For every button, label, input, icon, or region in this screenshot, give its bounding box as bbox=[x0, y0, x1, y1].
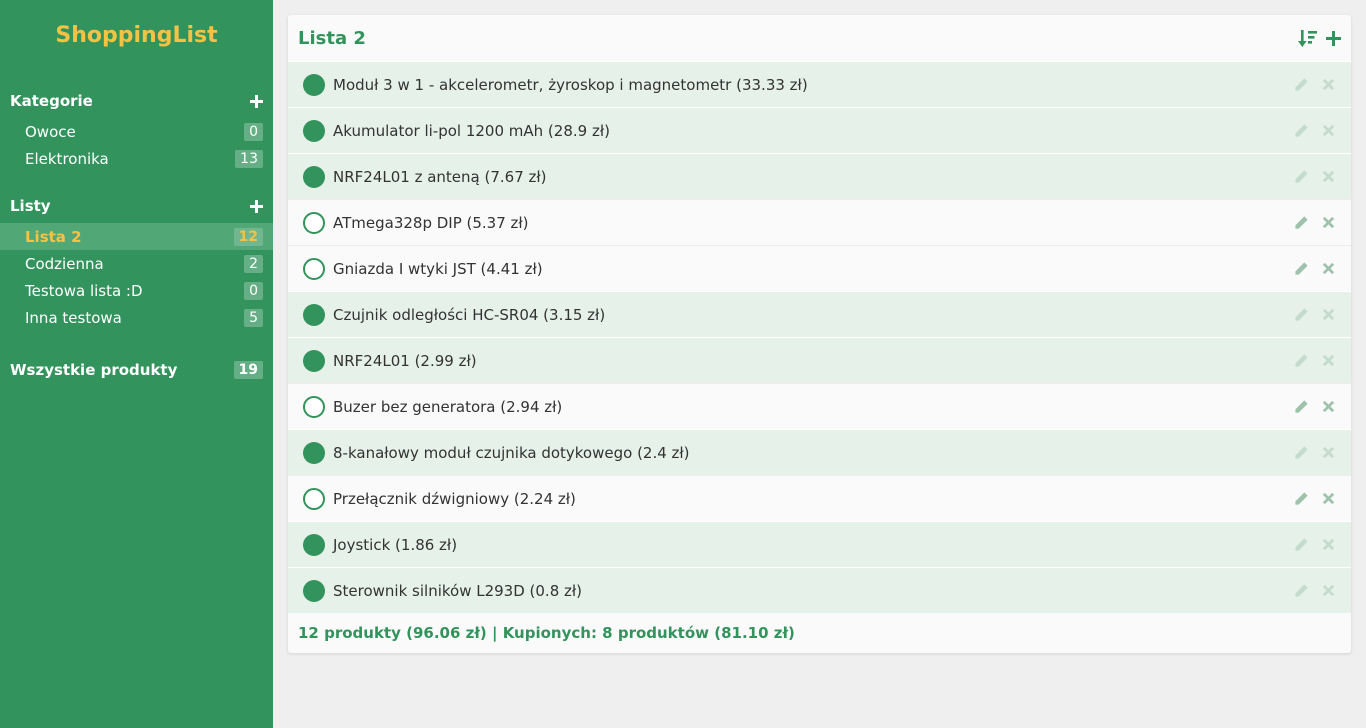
product-name: 8-kanałowy moduł czujnika dotykowego (2.… bbox=[333, 443, 690, 462]
categories-label: Kategorie bbox=[10, 92, 93, 110]
product-name: Buzer bez generatora (2.94 zł) bbox=[333, 397, 563, 416]
product-name: Gniazda I wtyki JST (4.41 zł) bbox=[333, 259, 543, 278]
list-header-actions bbox=[1298, 28, 1341, 48]
close-icon[interactable] bbox=[1321, 491, 1336, 506]
close-icon[interactable] bbox=[1321, 169, 1336, 184]
pencil-icon[interactable] bbox=[1294, 169, 1309, 184]
list-item: Gniazda I wtyki JST (4.41 zł) bbox=[288, 245, 1351, 291]
item-count-badge: 12 bbox=[233, 227, 263, 246]
sidebar-item-list-lista-2[interactable]: Lista 2 12 bbox=[0, 223, 273, 250]
bought-toggle[interactable] bbox=[303, 303, 325, 326]
product-list: Moduł 3 w 1 - akcelerometr, żyroskop i m… bbox=[288, 61, 1351, 613]
close-icon[interactable] bbox=[1321, 77, 1336, 92]
pencil-icon[interactable] bbox=[1294, 491, 1309, 506]
add-list-icon[interactable] bbox=[250, 199, 263, 213]
sidebar-item-label: Codzienna bbox=[25, 254, 104, 273]
list-item: ATmega328p DIP (5.37 zł) bbox=[288, 199, 1351, 245]
bought-toggle[interactable] bbox=[303, 395, 325, 418]
sidebar-item-label: Owoce bbox=[25, 122, 76, 141]
item-count-badge: 19 bbox=[233, 360, 263, 379]
product-name: NRF24L01 (2.99 zł) bbox=[333, 351, 477, 370]
list-item: NRF24L01 (2.99 zł) bbox=[288, 337, 1351, 383]
pencil-icon[interactable] bbox=[1294, 215, 1309, 230]
bought-toggle[interactable] bbox=[303, 211, 325, 234]
bought-toggle[interactable] bbox=[303, 441, 325, 464]
product-name: Moduł 3 w 1 - akcelerometr, żyroskop i m… bbox=[333, 75, 808, 94]
bought-toggle[interactable] bbox=[303, 349, 325, 372]
list-item: Joystick (1.86 zł) bbox=[288, 521, 1351, 567]
item-count-badge: 2 bbox=[244, 254, 263, 273]
product-name: Sterownik silników L293D (0.8 zł) bbox=[333, 581, 583, 600]
close-icon[interactable] bbox=[1321, 583, 1336, 598]
list-item: 8-kanałowy moduł czujnika dotykowego (2.… bbox=[288, 429, 1351, 475]
close-icon[interactable] bbox=[1321, 445, 1336, 460]
product-name: NRF24L01 z anteną (7.67 zł) bbox=[333, 167, 547, 186]
bought-toggle[interactable] bbox=[303, 257, 325, 280]
close-icon[interactable] bbox=[1321, 399, 1336, 414]
bought-toggle[interactable] bbox=[303, 487, 325, 510]
pencil-icon[interactable] bbox=[1294, 307, 1309, 322]
sidebar-item-list-codzienna[interactable]: Codzienna 2 bbox=[0, 250, 273, 277]
product-name: Czujnik odległości HC-SR04 (3.15 zł) bbox=[333, 305, 606, 324]
pencil-icon[interactable] bbox=[1294, 77, 1309, 92]
sidebar-item-list-inna-testowa[interactable]: Inna testowa 5 bbox=[0, 304, 273, 331]
bought-toggle[interactable] bbox=[303, 73, 325, 96]
list-item: Przełącznik dźwigniowy (2.24 zł) bbox=[288, 475, 1351, 521]
list-header: Lista 2 bbox=[288, 15, 1351, 61]
sidebar-item-category-owoce[interactable]: Owoce 0 bbox=[0, 118, 273, 145]
list-item: Buzer bez generatora (2.94 zł) bbox=[288, 383, 1351, 429]
lists-label: Listy bbox=[10, 197, 51, 215]
list-item: NRF24L01 z anteną (7.67 zł) bbox=[288, 153, 1351, 199]
sidebar-item-label: Inna testowa bbox=[25, 308, 122, 327]
add-product-icon[interactable] bbox=[1326, 30, 1341, 46]
product-name: Przełącznik dźwigniowy (2.24 zł) bbox=[333, 489, 576, 508]
sort-icon[interactable] bbox=[1298, 28, 1318, 48]
close-icon[interactable] bbox=[1321, 537, 1336, 552]
sidebar: ShoppingList Kategorie Owoce 0 Elektroni… bbox=[0, 0, 273, 728]
list-summary: 12 produkty (96.06 zł) | Kupionych: 8 pr… bbox=[298, 624, 795, 642]
close-icon[interactable] bbox=[1321, 353, 1336, 368]
close-icon[interactable] bbox=[1321, 123, 1336, 138]
page-title: Lista 2 bbox=[298, 27, 366, 49]
item-count-badge: 5 bbox=[244, 308, 263, 327]
categories-header: Kategorie bbox=[0, 86, 273, 116]
pencil-icon[interactable] bbox=[1294, 353, 1309, 368]
pencil-icon[interactable] bbox=[1294, 537, 1309, 552]
close-icon[interactable] bbox=[1321, 215, 1336, 230]
product-name: ATmega328p DIP (5.37 zł) bbox=[333, 213, 529, 232]
sidebar-item-list-testowa[interactable]: Testowa lista :D 0 bbox=[0, 277, 273, 304]
bought-toggle[interactable] bbox=[303, 165, 325, 188]
product-name: Akumulator li-pol 1200 mAh (28.9 zł) bbox=[333, 121, 610, 140]
sidebar-item-label: Lista 2 bbox=[25, 227, 82, 246]
list-item: Sterownik silników L293D (0.8 zł) bbox=[288, 567, 1351, 613]
bought-toggle[interactable] bbox=[303, 119, 325, 142]
item-count-badge: 0 bbox=[244, 281, 263, 300]
sidebar-item-label: Wszystkie produkty bbox=[10, 360, 178, 379]
item-count-badge: 13 bbox=[235, 149, 263, 168]
list-item: Moduł 3 w 1 - akcelerometr, żyroskop i m… bbox=[288, 61, 1351, 107]
product-name: Joystick (1.86 zł) bbox=[333, 535, 458, 554]
close-icon[interactable] bbox=[1321, 307, 1336, 322]
item-count-badge: 0 bbox=[244, 122, 263, 141]
pencil-icon[interactable] bbox=[1294, 123, 1309, 138]
pencil-icon[interactable] bbox=[1294, 399, 1309, 414]
sidebar-item-label: Elektronika bbox=[25, 149, 109, 168]
sidebar-item-all-products[interactable]: Wszystkie produkty 19 bbox=[0, 356, 273, 383]
add-category-icon[interactable] bbox=[250, 94, 263, 108]
bought-toggle[interactable] bbox=[303, 579, 325, 602]
list-panel: Lista 2 Moduł 3 w 1 - akcelerometr, żyro… bbox=[288, 15, 1351, 653]
lists-header: Listy bbox=[0, 191, 273, 221]
pencil-icon[interactable] bbox=[1294, 445, 1309, 460]
list-item: Akumulator li-pol 1200 mAh (28.9 zł) bbox=[288, 107, 1351, 153]
close-icon[interactable] bbox=[1321, 261, 1336, 276]
sidebar-item-category-elektronika[interactable]: Elektronika 13 bbox=[0, 145, 273, 172]
bought-toggle[interactable] bbox=[303, 533, 325, 556]
list-item: Czujnik odległości HC-SR04 (3.15 zł) bbox=[288, 291, 1351, 337]
pencil-icon[interactable] bbox=[1294, 583, 1309, 598]
pencil-icon[interactable] bbox=[1294, 261, 1309, 276]
app-title[interactable]: ShoppingList bbox=[0, 0, 273, 70]
sidebar-item-label: Testowa lista :D bbox=[25, 281, 143, 300]
